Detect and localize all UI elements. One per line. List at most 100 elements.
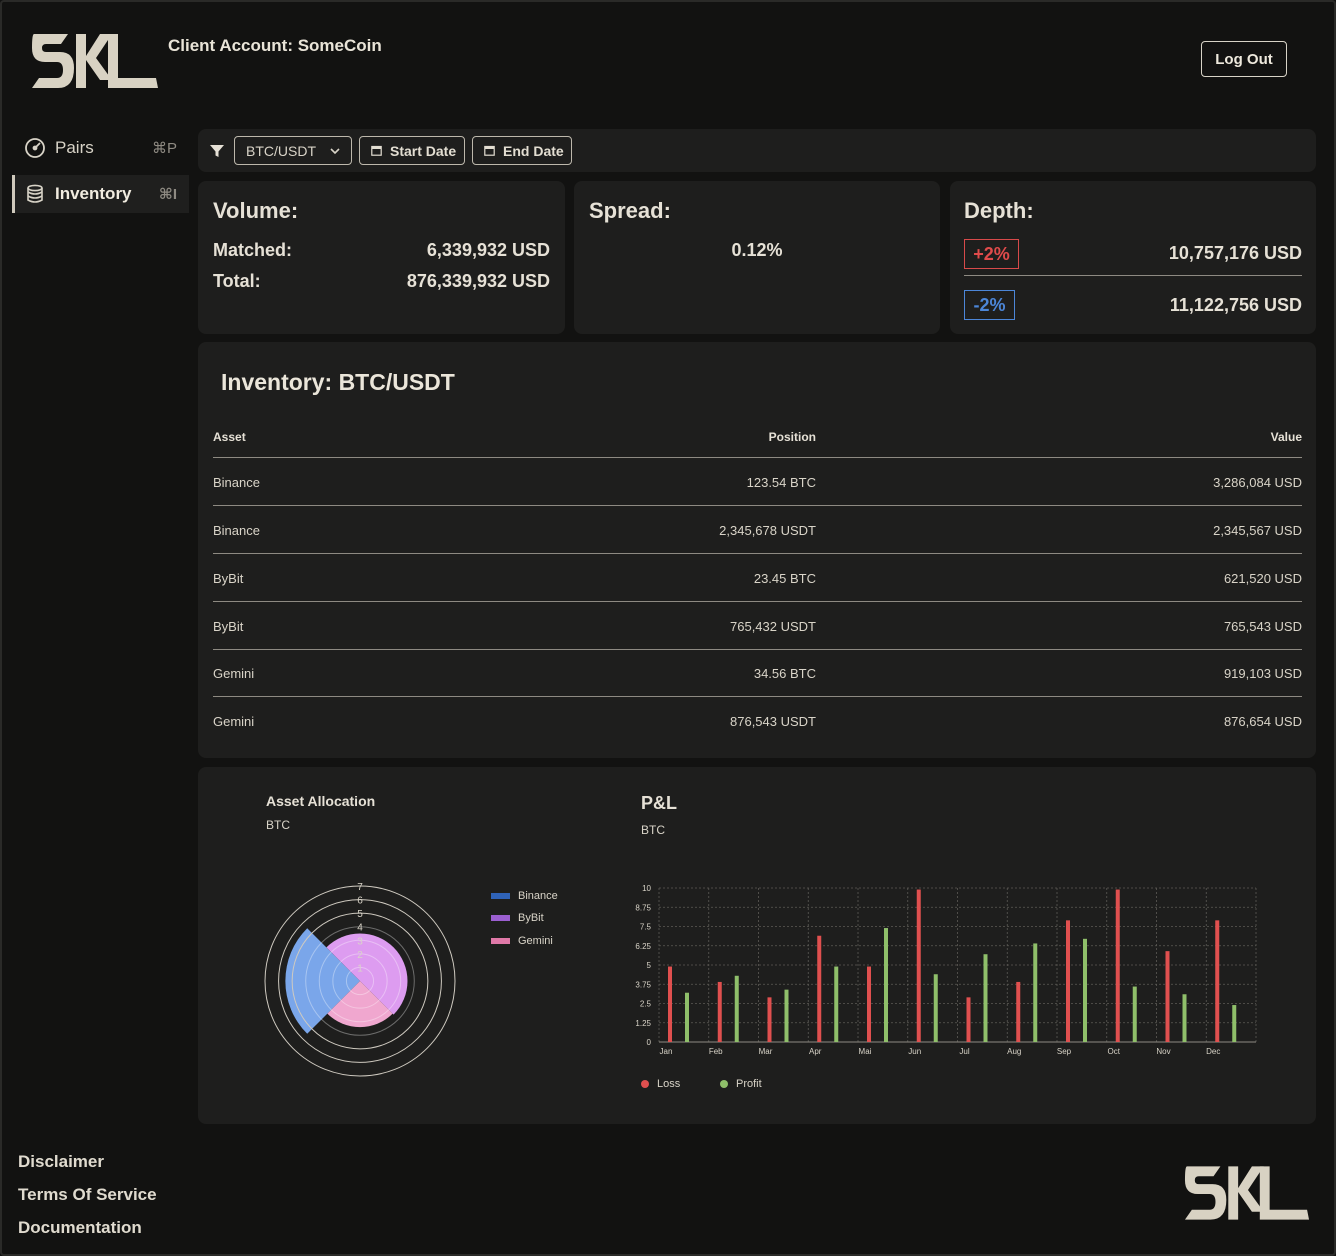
bar-loss [1016,981,1021,1042]
table-cell-asset: Gemini [213,714,255,729]
table-cell-asset: Binance [213,523,260,538]
bar-loss [1165,951,1170,1042]
x-tick-label: Mar [759,1047,773,1056]
x-tick-label: Sep [1057,1047,1072,1056]
depth-title: Depth: [964,198,1034,223]
start-date-button[interactable]: Start Date [359,136,465,165]
end-date-button[interactable]: End Date [472,136,572,165]
matched-value: 6,339,932 USD [426,240,550,260]
bar-loss [1066,920,1070,1042]
documentation-link[interactable]: Documentation [18,1218,142,1238]
start-date-label: Start Date [390,142,457,159]
legend-label: Profit [736,1078,762,1090]
y-tick-label: 1.25 [635,1019,651,1028]
skl-logo-footer [1184,1166,1310,1220]
polar-tick-label: 7 [357,882,363,893]
spread-title: Spread: [589,198,671,223]
x-tick-label: Mai [859,1047,872,1056]
table-cell-value: 3,286,084 USD [1213,475,1302,490]
sidebar-item-label: Inventory [55,184,132,203]
sidebar-item-inventory[interactable]: Inventory ⌘I [12,175,189,213]
legend-item-gemini: Gemini [491,935,553,947]
legend-label: ByBit [518,912,544,924]
bar-profit [1232,1005,1237,1042]
bar-loss [1215,920,1220,1042]
inventory-title: Inventory: BTC/USDT [221,369,455,395]
depth-down-badge: -2% [964,290,1015,320]
sidebar-item-label: Pairs [55,138,94,157]
y-tick-label: 6.25 [635,942,651,951]
bar-profit [784,989,789,1042]
row-divider [213,649,1302,650]
legend-item-binance: Binance [491,890,558,902]
terms-link[interactable]: Terms Of Service [18,1185,157,1205]
volume-title: Volume: [213,198,299,223]
bar-profit [1083,938,1087,1042]
bar-profit [884,928,888,1042]
legend-swatch [491,915,510,921]
skl-logo [32,34,158,88]
y-tick-label: 3.75 [635,980,651,989]
bar-profit [834,966,839,1042]
legend-item-bybit: ByBit [491,912,544,924]
bar-loss [717,981,722,1042]
bar-loss [767,997,772,1042]
legend-swatch [491,893,510,899]
client-account-label: Client Account: SomeCoin [168,36,382,55]
chevron-down-icon [330,148,340,155]
disclaimer-link[interactable]: Disclaimer [18,1152,104,1172]
table-cell-position: 876,543 USDT [730,714,816,729]
row-divider [213,505,1302,506]
allocation-chart-subtitle: BTC [266,818,290,832]
x-tick-label: Feb [709,1047,723,1056]
polar-tick-label: 1 [357,963,363,974]
polar-tick-label: 2 [357,950,363,961]
total-label: Total: [213,271,261,291]
total-value: 876,339,932 USD [406,271,550,291]
bar-profit [983,954,988,1042]
header-divider [213,457,1302,458]
database-icon [24,183,46,205]
x-tick-label: Apr [809,1047,822,1056]
legend-dot [720,1080,728,1088]
filter-icon[interactable] [209,143,225,159]
bar-profit [1033,943,1038,1042]
pnl-bar-chart: 0 1.25 2.5 3.75 5 6.25 7.5 8.75 10 Jan Feb Mar Apr Ma… [635,884,1257,1056]
legend-dot [641,1080,649,1088]
legend-swatch [491,938,510,944]
table-cell-position: 123.54 BTC [746,475,816,490]
x-tick-label: Nov [1156,1047,1170,1056]
x-tick-label: Jun [908,1047,921,1056]
bar-loss [966,997,971,1042]
sidebar-item-pairs[interactable]: Pairs ⌘P [12,129,189,167]
x-tick-label: Dec [1206,1047,1220,1056]
depth-up-value: 10,757,176 USD [1168,243,1302,263]
table-cell-position: 23.45 BTC [753,571,816,586]
bar-loss [916,889,921,1042]
pair-select[interactable]: BTC/USDT [234,136,352,165]
y-tick-label: 0 [647,1038,652,1047]
legend-item-profit: Profit [720,1078,762,1090]
table-cell-value: 2,345,567 USD [1213,523,1302,538]
depth-down-value: 11,122,756 USD [1169,295,1302,315]
y-tick-label: 5 [647,961,652,970]
column-header-position: Position [768,430,816,444]
pnl-chart-title: P&L [641,793,677,813]
polar-tick-label: 6 [357,896,363,907]
column-header-asset: Asset [213,430,246,444]
logout-button[interactable]: Log Out [1201,41,1287,77]
calendar-icon [371,145,382,156]
shortcut-hint: ⌘I [158,186,177,203]
table-cell-position: 765,432 USDT [730,619,816,634]
calendar-icon [484,145,495,156]
allocation-polar-chart: 1 2 3 4 5 6 7 [264,882,456,1077]
pair-select-value: BTC/USDT [246,142,316,159]
x-tick-label: Oct [1108,1047,1121,1056]
bar-profit [685,992,689,1042]
x-tick-label: Jan [660,1047,673,1056]
bar-loss [867,966,871,1042]
table-cell-asset: ByBit [213,571,244,586]
gauge-icon [24,137,46,159]
bar-profit [734,975,739,1042]
table-cell-value: 621,520 USD [1223,571,1302,586]
